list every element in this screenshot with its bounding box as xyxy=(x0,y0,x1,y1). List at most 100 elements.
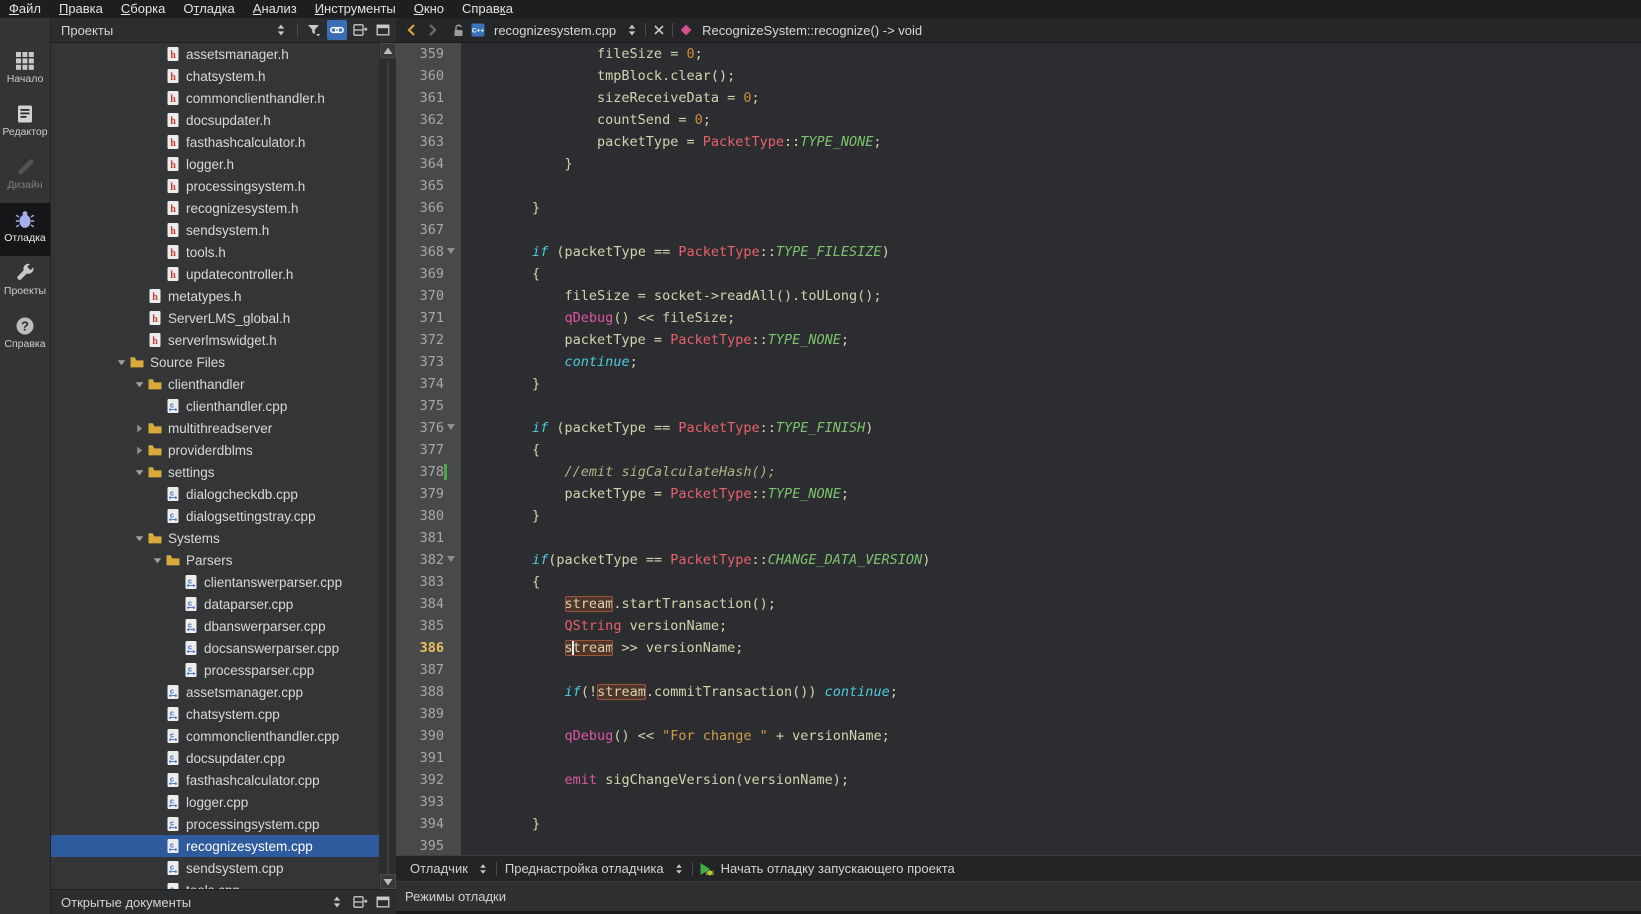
close-document-icon[interactable] xyxy=(649,20,669,40)
menu-item-window[interactable]: Окно xyxy=(405,0,453,18)
tree-row[interactable]: cdbanswerparser.cpp xyxy=(51,615,397,637)
tree-row[interactable]: cclientanswerparser.cpp xyxy=(51,571,397,593)
current-line-number[interactable]: 386 xyxy=(396,637,444,659)
menu-item-build[interactable]: Сборка xyxy=(112,0,175,18)
chevron-down-icon[interactable] xyxy=(149,552,165,568)
tree-row[interactable]: hrecognizesystem.h xyxy=(51,197,397,219)
line-number[interactable]: 371 xyxy=(396,307,444,329)
line-number[interactable]: 389 xyxy=(396,703,444,725)
start-debug-icon[interactable] xyxy=(696,859,716,879)
project-tree[interactable]: hassetsmanager.hhchatsystem.hhcommonclie… xyxy=(51,43,397,893)
current-symbol[interactable]: RecognizeSystem::recognize() -> void xyxy=(702,23,922,38)
line-number[interactable]: 373 xyxy=(396,351,444,373)
line-number[interactable]: 368 xyxy=(396,241,444,263)
tree-row[interactable]: hupdatecontroller.h xyxy=(51,263,397,285)
line-number[interactable]: 395 xyxy=(396,835,444,855)
scroll-up-icon[interactable] xyxy=(380,43,396,58)
line-number[interactable]: 385 xyxy=(396,615,444,637)
tree-row[interactable]: cdocsupdater.cpp xyxy=(51,747,397,769)
line-number[interactable]: 362 xyxy=(396,109,444,131)
tree-row[interactable]: cdataparser.cpp xyxy=(51,593,397,615)
document-switch-icon[interactable] xyxy=(622,20,642,40)
split-panel-icon[interactable] xyxy=(350,892,370,912)
tree-row[interactable]: hchatsystem.h xyxy=(51,65,397,87)
line-number[interactable]: 380 xyxy=(396,505,444,527)
go-back-icon[interactable] xyxy=(402,20,422,40)
fold-marker-icon[interactable] xyxy=(447,248,455,254)
panel-switch-icon[interactable] xyxy=(327,892,347,912)
line-number[interactable]: 391 xyxy=(396,747,444,769)
menu-item-edit[interactable]: Правка xyxy=(50,0,112,18)
chevron-down-icon[interactable] xyxy=(131,530,147,546)
tree-row[interactable]: cchatsystem.cpp xyxy=(51,703,397,725)
line-number[interactable]: 394 xyxy=(396,813,444,835)
tree-row[interactable]: hfasthashcalculator.h xyxy=(51,131,397,153)
preset-combo-arrows-icon[interactable] xyxy=(669,859,689,879)
debugger-combo[interactable]: Отладчик xyxy=(410,861,468,876)
line-number[interactable]: 390 xyxy=(396,725,444,747)
go-forward-icon[interactable] xyxy=(422,20,442,40)
line-number[interactable]: 374 xyxy=(396,373,444,395)
filter-icon[interactable] xyxy=(304,20,324,40)
line-number[interactable]: 360 xyxy=(396,65,444,87)
line-number[interactable]: 375 xyxy=(396,395,444,417)
chevron-right-icon[interactable] xyxy=(131,420,147,436)
collapse-panel-icon[interactable] xyxy=(373,892,393,912)
line-number[interactable]: 384 xyxy=(396,593,444,615)
mode-tab-help[interactable]: ?Справка xyxy=(0,309,50,362)
line-number[interactable]: 359 xyxy=(396,43,444,65)
code-editor[interactable]: 359 fileSize = 0;360 tmpBlock.clear();36… xyxy=(396,43,1641,855)
line-number[interactable]: 377 xyxy=(396,439,444,461)
mode-tab-design[interactable]: Дизайн xyxy=(0,150,50,203)
tree-row[interactable]: hsendsystem.h xyxy=(51,219,397,241)
open-file-name[interactable]: recognizesystem.cpp xyxy=(494,23,616,38)
line-number[interactable]: 388 xyxy=(396,681,444,703)
mode-tab-debug[interactable]: Отладка xyxy=(0,203,50,256)
panel-switch-icon[interactable] xyxy=(271,20,291,40)
line-number[interactable]: 378 xyxy=(396,461,444,483)
line-number[interactable]: 382 xyxy=(396,549,444,571)
mode-tab-edit[interactable]: Редактор xyxy=(0,97,50,150)
tree-row[interactable]: hlogger.h xyxy=(51,153,397,175)
tree-row[interactable]: cdialogcheckdb.cpp xyxy=(51,483,397,505)
line-number[interactable]: 367 xyxy=(396,219,444,241)
collapse-panel-icon[interactable] xyxy=(373,20,393,40)
fold-marker-icon[interactable] xyxy=(447,556,455,562)
tree-scrollbar[interactable] xyxy=(379,43,397,893)
line-number[interactable]: 376 xyxy=(396,417,444,439)
tree-row[interactable]: hassetsmanager.h xyxy=(51,43,397,65)
lock-icon[interactable] xyxy=(448,20,468,40)
tree-row[interactable]: Systems xyxy=(51,527,397,549)
tree-row[interactable]: cclienthandler.cpp xyxy=(51,395,397,417)
tree-row[interactable]: clienthandler xyxy=(51,373,397,395)
chevron-right-icon[interactable] xyxy=(131,442,147,458)
start-debug-button[interactable]: Начать отладку запускающего проекта xyxy=(721,861,955,876)
line-number[interactable]: 361 xyxy=(396,87,444,109)
debugger-combo-arrows-icon[interactable] xyxy=(473,859,493,879)
tree-row[interactable]: providerdblms xyxy=(51,439,397,461)
line-number[interactable]: 366 xyxy=(396,197,444,219)
tree-row[interactable]: crecognizesystem.cpp xyxy=(51,835,397,857)
tree-row[interactable]: hmetatypes.h xyxy=(51,285,397,307)
tree-row[interactable]: Source Files xyxy=(51,351,397,373)
tree-row[interactable]: cfasthashcalculator.cpp xyxy=(51,769,397,791)
line-number[interactable]: 372 xyxy=(396,329,444,351)
line-number[interactable]: 379 xyxy=(396,483,444,505)
tree-row[interactable]: csendsystem.cpp xyxy=(51,857,397,879)
chevron-down-icon[interactable] xyxy=(113,354,129,370)
scroll-down-icon[interactable] xyxy=(380,874,396,889)
tree-row[interactable]: hServerLMS_global.h xyxy=(51,307,397,329)
tree-row[interactable]: multithreadserver xyxy=(51,417,397,439)
split-panel-icon[interactable] xyxy=(350,20,370,40)
tree-row[interactable]: cprocessparser.cpp xyxy=(51,659,397,681)
tree-row[interactable]: cprocessingsystem.cpp xyxy=(51,813,397,835)
tree-row[interactable]: htools.h xyxy=(51,241,397,263)
chevron-down-icon[interactable] xyxy=(131,464,147,480)
tree-row[interactable]: hdocsupdater.h xyxy=(51,109,397,131)
chevron-down-icon[interactable] xyxy=(131,376,147,392)
tree-row[interactable]: settings xyxy=(51,461,397,483)
menu-item-file[interactable]: Файл xyxy=(0,0,50,18)
line-number[interactable]: 363 xyxy=(396,131,444,153)
tree-row[interactable]: cdialogsettingstray.cpp xyxy=(51,505,397,527)
tree-row[interactable]: hserverlmswidget.h xyxy=(51,329,397,351)
